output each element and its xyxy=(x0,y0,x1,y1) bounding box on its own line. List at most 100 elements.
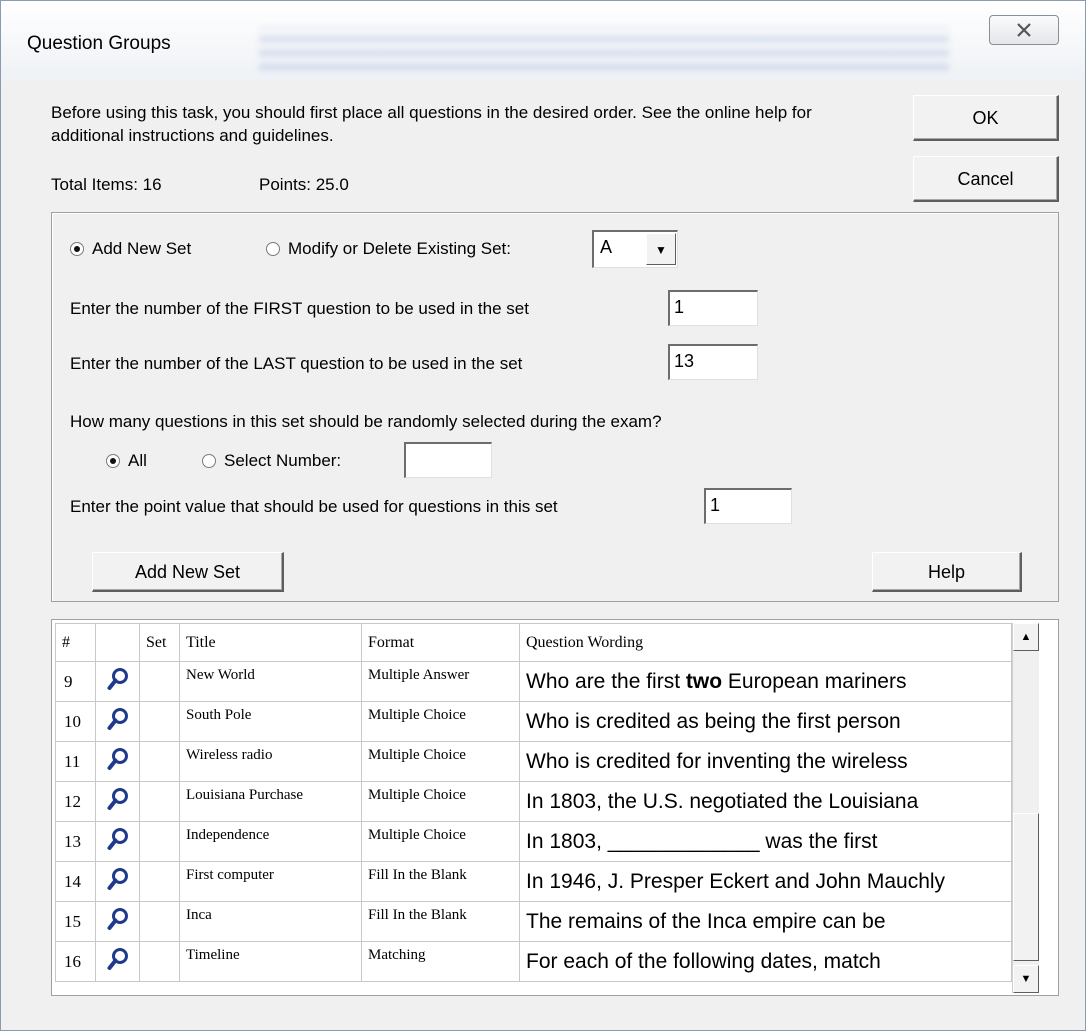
magnifier-icon[interactable] xyxy=(95,701,140,742)
magnifier-icon[interactable] xyxy=(95,661,140,702)
select-number-option[interactable]: Select Number: xyxy=(202,451,341,471)
dropdown-arrow-icon[interactable]: ▼ xyxy=(646,233,676,265)
vertical-scrollbar[interactable]: ▲ ▼ xyxy=(1012,623,1039,993)
row-set xyxy=(139,901,180,942)
row-title: South Pole xyxy=(179,701,362,742)
row-wording-text: The remains of the Inca empire can be xyxy=(526,909,886,933)
instructions-text: Before using this task, you should first… xyxy=(51,103,812,145)
row-number: 10 xyxy=(55,701,96,742)
close-button[interactable] xyxy=(989,15,1059,45)
row-format: Multiple Choice xyxy=(361,701,520,742)
question-groups-window: Question Groups Before using this task, … xyxy=(0,0,1086,1031)
row-wording-text: In 1946, J. Presper Eckert and John Mauc… xyxy=(526,869,946,893)
all-option[interactable]: All xyxy=(106,451,147,471)
row-set xyxy=(139,661,180,702)
ok-button[interactable]: OK xyxy=(913,95,1059,141)
col-header-set[interactable]: Set xyxy=(139,623,180,662)
last-question-input[interactable]: 13 xyxy=(668,344,758,380)
add-new-set-button[interactable]: Add New Set xyxy=(92,552,284,592)
row-title: Wireless radio xyxy=(179,741,362,782)
row-wording: Who is credited for inventing the wirele… xyxy=(519,741,1012,782)
row-wording-text: In 1803, the U.S. negotiated the Louisia… xyxy=(526,789,919,813)
row-format: Fill In the Blank xyxy=(361,861,520,902)
row-wording: In 1946, J. Presper Eckert and John Mauc… xyxy=(519,861,1012,902)
row-number: 14 xyxy=(55,861,96,902)
magnifier-icon[interactable] xyxy=(95,901,140,942)
title-bar: Question Groups xyxy=(1,1,1085,81)
row-format: Multiple Choice xyxy=(361,781,520,822)
magnifier-icon[interactable] xyxy=(95,861,140,902)
row-wording-text: For each of the following dates, match xyxy=(526,949,881,973)
scroll-down-icon[interactable]: ▼ xyxy=(1013,965,1039,993)
row-set xyxy=(139,941,180,982)
set-select[interactable]: A ▼ xyxy=(592,230,678,268)
table-row[interactable]: 10 South Pole Multiple Choice Who is credit… xyxy=(55,701,1012,742)
row-wording-text: In 1803, _____________ was the first xyxy=(526,829,878,853)
modify-set-radio-label: Modify or Delete Existing Set: xyxy=(288,239,511,258)
modify-set-radio[interactable] xyxy=(266,242,280,256)
table-row[interactable]: 11 Wireless radio Multiple Choice Who is cr… xyxy=(55,741,1012,782)
row-set xyxy=(139,781,180,822)
row-wording-bold: two xyxy=(685,669,723,693)
row-wording: Who are the first two European mariners xyxy=(519,661,1012,702)
first-question-label: Enter the number of the FIRST question t… xyxy=(70,299,529,318)
all-radio-label: All xyxy=(128,451,147,470)
close-icon xyxy=(1017,23,1031,37)
modify-set-option[interactable]: Modify or Delete Existing Set: xyxy=(266,239,511,259)
table-row[interactable]: 9 New World Multiple Answer Who are the fir… xyxy=(55,661,1012,702)
set-options-group: Add New Set Modify or Delete Existing Se… xyxy=(51,212,1059,602)
magnifier-icon[interactable] xyxy=(95,941,140,982)
scroll-up-icon[interactable]: ▲ xyxy=(1013,623,1039,651)
all-radio[interactable] xyxy=(106,454,120,468)
row-format: Multiple Answer xyxy=(361,661,520,702)
col-header-title[interactable]: Title xyxy=(179,623,362,662)
random-selection-label: How many questions in this set should be… xyxy=(70,412,662,431)
first-question-input[interactable]: 1 xyxy=(668,290,758,326)
help-button[interactable]: Help xyxy=(872,552,1022,592)
row-title: Timeline xyxy=(179,941,362,982)
magnifier-icon[interactable] xyxy=(95,781,140,822)
scrollbar-thumb[interactable] xyxy=(1013,813,1039,961)
table-row[interactable]: 16 Timeline Matching For each of the follow… xyxy=(55,941,1012,982)
select-number-radio-label: Select Number: xyxy=(224,451,342,470)
select-number-input[interactable] xyxy=(404,442,492,478)
row-set xyxy=(139,701,180,742)
point-value-input[interactable]: 1 xyxy=(704,488,792,524)
table-row[interactable]: 14 First computer Fill In the Blank In 1946… xyxy=(55,861,1012,902)
row-set xyxy=(139,821,180,862)
add-new-set-radio-label: Add New Set xyxy=(92,239,192,258)
row-set xyxy=(139,861,180,902)
row-wording: In 1803, the U.S. negotiated the Louisia… xyxy=(519,781,1012,822)
row-format: Matching xyxy=(361,941,520,982)
row-title: Independence xyxy=(179,821,362,862)
table-row[interactable]: 12 Louisiana Purchase Multiple Choice In 18… xyxy=(55,781,1012,822)
row-title: Inca xyxy=(179,901,362,942)
row-wording-text: Who is credited for inventing the wirele… xyxy=(526,749,908,773)
window-title: Question Groups xyxy=(27,33,171,54)
row-wording-text: Who are the first xyxy=(526,669,686,693)
magnifier-icon[interactable] xyxy=(95,741,140,782)
col-header-wording[interactable]: Question Wording xyxy=(519,623,1012,662)
row-number: 12 xyxy=(55,781,96,822)
row-title: Louisiana Purchase xyxy=(179,781,362,822)
col-header-format[interactable]: Format xyxy=(361,623,520,662)
row-number: 9 xyxy=(55,661,96,702)
row-number: 15 xyxy=(55,901,96,942)
row-number: 13 xyxy=(55,821,96,862)
magnifier-icon[interactable] xyxy=(95,821,140,862)
col-header-icon[interactable] xyxy=(95,623,140,662)
points-label: Points: 25.0 xyxy=(259,175,349,194)
total-items-label: Total Items: 16 xyxy=(51,175,162,194)
row-number: 11 xyxy=(55,741,96,782)
table-row[interactable]: 13 Independence Multiple Choice In 1803, __… xyxy=(55,821,1012,862)
select-number-radio[interactable] xyxy=(202,454,216,468)
last-question-label: Enter the number of the LAST question to… xyxy=(70,354,523,373)
row-format: Multiple Choice xyxy=(361,741,520,782)
add-new-set-option[interactable]: Add New Set xyxy=(70,239,191,259)
point-value-label: Enter the point value that should be use… xyxy=(70,497,558,516)
cancel-button[interactable]: Cancel xyxy=(913,156,1059,202)
col-header-num[interactable]: # xyxy=(55,623,96,662)
blurred-background-text xyxy=(259,27,949,71)
add-new-set-radio[interactable] xyxy=(70,242,84,256)
table-row[interactable]: 15 Inca Fill In the Blank The remains of th… xyxy=(55,901,1012,942)
